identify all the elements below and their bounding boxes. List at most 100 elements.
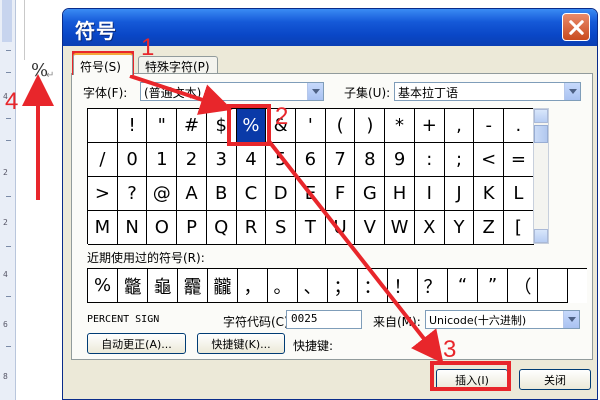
symbol-cell[interactable]: 3 [206,143,237,177]
symbol-cell[interactable]: ! [117,109,148,143]
symbol-cell[interactable]: 4 [236,143,267,177]
chevron-down-icon[interactable] [564,83,580,100]
char-code-field[interactable]: 0025 [286,310,362,329]
symbol-grid[interactable]: ! " # $% & '() * +, -./0 1 2 3 4 5 6 7 8 9:; < = >? @ A B C D E F G H… [87,108,534,245]
symbol-cell[interactable]: C [236,177,267,211]
symbol-cell[interactable]: M [88,211,118,245]
recent-symbol-cell[interactable] [538,269,568,303]
ruler-tick [6,196,11,197]
autocorrect-button[interactable]: 自动更正(A)... [87,333,186,354]
symbol-cell[interactable]: H [385,177,415,211]
symbol-cell[interactable]: E [296,177,326,211]
symbol-cell[interactable]: L [504,177,534,211]
symbol-cell[interactable]: W [385,211,415,245]
close-button[interactable]: 关闭 [519,369,591,390]
symbol-cell[interactable]: 1 [147,143,178,177]
ruler-number: 8 [3,372,8,381]
symbol-cell[interactable]: N [117,211,148,245]
symbol-cell[interactable]: P [177,211,207,245]
symbol-cell[interactable]: : [414,143,445,177]
recent-symbol-cell[interactable]: ， [238,269,268,303]
symbol-cell[interactable]: G [355,177,386,211]
recent-symbol-cell[interactable]: 龗 [178,269,208,303]
symbol-cell[interactable]: V [355,211,386,245]
symbol-cell[interactable]: 8 [355,143,386,177]
symbol-cell[interactable]: O [147,211,178,245]
recent-symbols-grid[interactable]: % 龞龜龗龖，。、；：！？ “” （ [87,268,587,303]
recent-symbol-cell[interactable]: 、 [298,269,328,303]
symbol-cell[interactable]: F [325,177,356,211]
symbol-cell[interactable]: ) [355,109,386,143]
recent-symbol-cell[interactable]: 龜 [148,269,178,303]
recent-symbol-cell[interactable]: ？ [418,269,448,303]
symbol-cell[interactable]: @ [147,177,178,211]
chevron-down-icon[interactable] [307,83,323,100]
symbol-cell[interactable]: ' [296,109,326,143]
symbol-cell[interactable]: / [88,143,118,177]
recent-symbol-cell[interactable]: 龖 [208,269,238,303]
symbol-cell[interactable]: I [414,177,445,211]
recent-symbol-cell[interactable]: “ [448,269,478,303]
scroll-down-icon[interactable] [534,229,548,243]
symbol-cell[interactable]: S [266,211,297,245]
symbol-cell[interactable]: B [206,177,237,211]
symbol-cell[interactable]: = [504,143,534,177]
recent-symbol-cell[interactable]: ” [478,269,508,303]
recent-symbol-cell[interactable]: 。 [268,269,298,303]
symbol-cell[interactable]: < [474,143,505,177]
symbol-cell[interactable]: + [414,109,445,143]
shortcut-key-button[interactable]: 快捷键(K)... [197,333,285,354]
symbol-cell[interactable]: 2 [177,143,207,177]
recent-symbol-cell[interactable]: （ [508,269,538,303]
symbol-cell[interactable]: 7 [325,143,356,177]
symbol-grid-scrollbar[interactable] [533,108,549,244]
symbol-cell[interactable]: [ [504,211,534,245]
subset-select[interactable]: 基本拉丁语 [394,82,581,101]
symbol-cell[interactable]: U [325,211,356,245]
recent-symbol-cell[interactable]: 龞 [118,269,148,303]
symbol-cell[interactable]: Z [474,211,505,245]
symbol-cell[interactable]: 5 [266,143,297,177]
annotation-step-4: 4 [5,88,19,115]
ruler-number: 2 [3,218,8,227]
close-icon[interactable] [562,13,590,41]
symbol-cell[interactable]: K [474,177,505,211]
annotation-box-percent-symbol [227,104,271,146]
symbol-cell[interactable]: > [88,177,118,211]
symbol-cell[interactable]: 9 [385,143,415,177]
symbol-cell[interactable]: " [147,109,178,143]
symbol-cell[interactable]: 0 [117,143,148,177]
tab-symbols[interactable]: 符号(S) [73,53,133,75]
symbol-cell[interactable]: X [414,211,445,245]
symbol-cell[interactable]: J [444,177,475,211]
symbol-cell[interactable]: # [177,109,207,143]
recent-symbol-cell[interactable]: % [88,269,118,303]
document-area: 4 2 2 4 6 8 % ↵ [0,0,62,400]
symbol-cell[interactable]: Q [206,211,237,245]
annotation-box-insert-button [430,361,511,391]
font-select[interactable]: (普通文本) [140,82,324,101]
chevron-down-icon[interactable] [563,311,579,328]
symbol-cell[interactable]: R [236,211,267,245]
symbol-cell[interactable]: 6 [296,143,326,177]
symbol-cell[interactable]: . [504,109,534,143]
scrollbar-thumb[interactable] [534,125,548,143]
symbol-cell[interactable]: , [444,109,475,143]
symbol-cell[interactable]: D [266,177,297,211]
symbol-cell[interactable]: T [296,211,326,245]
recent-symbol-cell[interactable]: ； [328,269,358,303]
symbol-cell[interactable]: * [385,109,415,143]
symbol-cell[interactable]: ? [117,177,148,211]
from-select[interactable]: Unicode(十六进制) [425,310,580,329]
scroll-up-icon[interactable] [534,109,548,123]
symbol-cell[interactable]: Y [444,211,475,245]
symbol-cell[interactable]: A [177,177,207,211]
symbol-cell[interactable]: ( [325,109,356,143]
ruler-tick [6,50,11,51]
recent-symbol-cell[interactable]: ！ [388,269,418,303]
symbol-cell[interactable]: - [474,109,505,143]
recent-symbol-cell[interactable]: ： [358,269,388,303]
ruler-number: 6 [3,320,8,329]
symbol-cell[interactable] [88,109,118,143]
symbol-cell[interactable]: ; [444,143,475,177]
